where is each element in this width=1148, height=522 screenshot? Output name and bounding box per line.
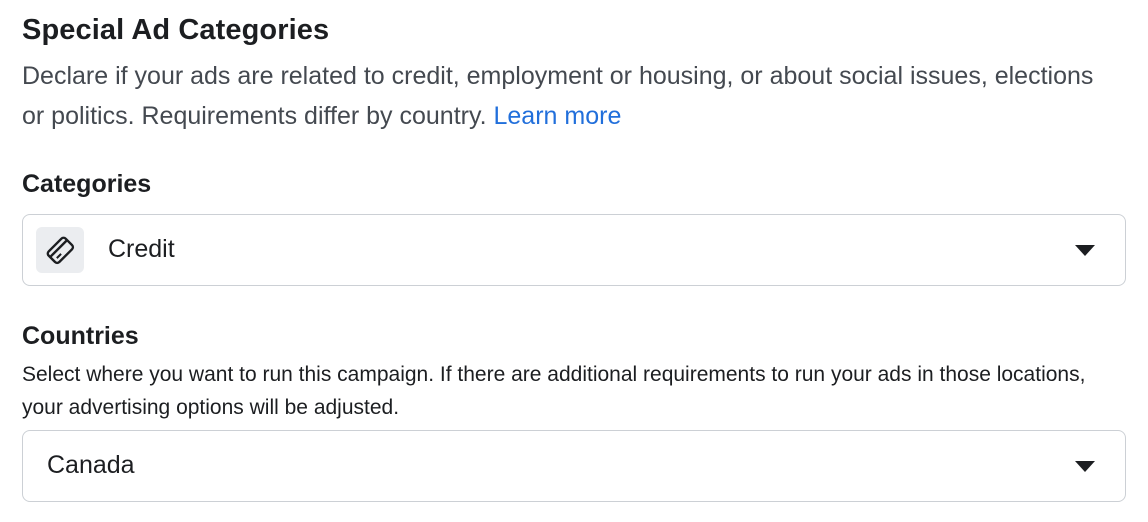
- countries-label: Countries: [22, 322, 139, 350]
- categories-label: Categories: [22, 170, 152, 198]
- chevron-down-icon: [1075, 245, 1095, 256]
- countries-dropdown[interactable]: Canada: [22, 430, 1126, 502]
- countries-selected-value: Canada: [47, 451, 135, 479]
- section-title: Special Ad Categories: [22, 14, 330, 46]
- categories-selected-value: Credit: [108, 235, 175, 263]
- countries-help-text: Select where you want to run this campai…: [22, 363, 1086, 419]
- special-ad-categories-panel: Special Ad Categories Declare if your ad…: [0, 0, 1148, 522]
- chevron-down-icon: [1075, 461, 1095, 472]
- credit-card-icon: [36, 227, 84, 273]
- learn-more-link[interactable]: Learn more: [494, 102, 622, 130]
- categories-dropdown[interactable]: Credit: [22, 214, 1126, 286]
- section-description: Declare if your ads are related to credi…: [22, 56, 1122, 136]
